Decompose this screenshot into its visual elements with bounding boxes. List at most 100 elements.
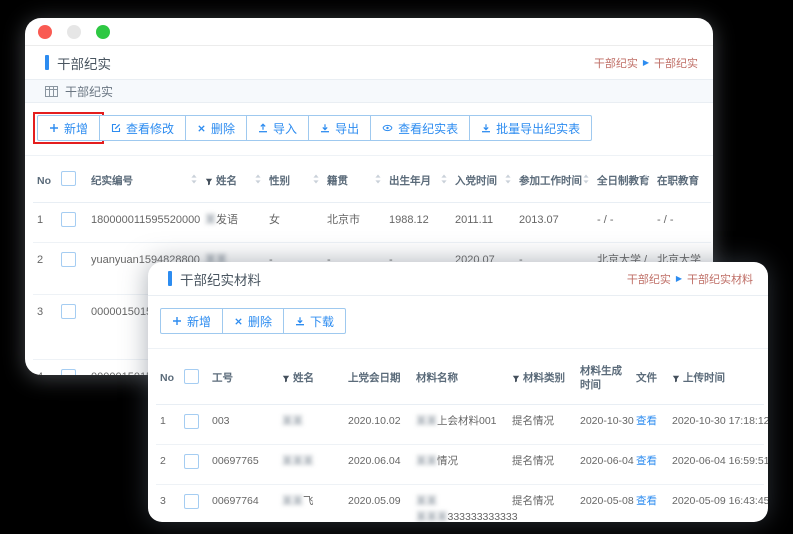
table-cell: 2 bbox=[33, 242, 57, 294]
row-checkbox[interactable] bbox=[61, 212, 76, 227]
plus-icon bbox=[49, 123, 59, 133]
sort-icon bbox=[312, 174, 320, 184]
column-header-name[interactable]: 姓名 bbox=[201, 156, 265, 203]
sort-icon bbox=[190, 174, 198, 184]
delete-button[interactable]: 删除 bbox=[185, 115, 247, 141]
table-cell bbox=[180, 405, 208, 445]
table-cell: 提名情况 bbox=[508, 445, 576, 485]
row-checkbox[interactable] bbox=[184, 454, 199, 469]
table-row[interactable]: 200697765某某某2020.06.04某某情况提名情况2020-06-04… bbox=[156, 445, 764, 485]
table-cell: 某某上会材料001 bbox=[412, 405, 508, 445]
x-icon bbox=[197, 124, 206, 133]
filter-icon bbox=[672, 375, 680, 383]
table-cell: 2013.07 bbox=[515, 203, 593, 243]
column-header-origin[interactable]: 籍贯 bbox=[323, 156, 385, 203]
table-cell: 某某 bbox=[278, 405, 344, 445]
redacted-text: 某某 bbox=[416, 415, 437, 427]
row-checkbox[interactable] bbox=[61, 252, 76, 267]
table-cell: 2020.06.04 bbox=[344, 445, 412, 485]
filter-icon bbox=[282, 375, 290, 383]
minimize-button[interactable] bbox=[67, 25, 81, 39]
download-icon bbox=[295, 316, 305, 326]
column-label: 上传时间 bbox=[683, 372, 725, 384]
column-label: 在职教育 bbox=[657, 175, 699, 187]
column-header-party[interactable]: 入党时间 bbox=[451, 156, 515, 203]
page-title: 干部纪实材料 bbox=[168, 269, 261, 289]
page-header: 干部纪实 干部纪实▶干部纪实 bbox=[25, 46, 713, 80]
column-label: 参加工作时间 bbox=[519, 175, 582, 187]
column-header-file: 文件 bbox=[632, 349, 668, 405]
breadcrumb-item[interactable]: 干部纪实 bbox=[594, 55, 638, 71]
sort-icon bbox=[642, 174, 650, 184]
materials-toolbar: 新增删除 下载 bbox=[148, 296, 768, 349]
batch-export-button[interactable]: 批量导出纪实表 bbox=[469, 115, 592, 141]
button-label: 删除 bbox=[211, 120, 235, 137]
page-title: 干部纪实 bbox=[45, 53, 111, 73]
sort-icon bbox=[582, 174, 590, 184]
table-cell: 00697764 bbox=[208, 484, 278, 522]
row-checkbox[interactable] bbox=[184, 494, 199, 509]
button-label: 下载 bbox=[310, 313, 334, 330]
table-cell: 查看 bbox=[632, 484, 668, 522]
column-label: 籍贯 bbox=[327, 175, 348, 187]
table-cell: 2 bbox=[156, 445, 180, 485]
select-all-checkbox[interactable] bbox=[184, 369, 199, 384]
redacted-text: 某某 bbox=[282, 415, 303, 427]
row-checkbox[interactable] bbox=[61, 304, 76, 319]
eye-icon bbox=[382, 123, 393, 133]
zoom-button[interactable] bbox=[96, 25, 110, 39]
table-cell bbox=[57, 294, 87, 359]
button-label: 新增 bbox=[187, 313, 211, 330]
column-header-mat: 材料名称 bbox=[412, 349, 508, 405]
column-label: 材料类别 bbox=[523, 372, 565, 384]
column-header-id[interactable]: 纪实编号 bbox=[87, 156, 201, 203]
view-file-link[interactable]: 查看 bbox=[636, 415, 657, 427]
view-file-link[interactable]: 查看 bbox=[636, 495, 657, 507]
column-header-gender[interactable]: 性别 bbox=[265, 156, 323, 203]
upload-icon bbox=[258, 123, 268, 133]
column-header-birth[interactable]: 出生年月 bbox=[385, 156, 451, 203]
table-cell: 3 bbox=[33, 294, 57, 359]
materials-table: No工号姓名上党会日期材料名称材料类别材料生成时间文件上传时间1003某某202… bbox=[148, 349, 768, 522]
add-button[interactable]: 新增 bbox=[37, 115, 100, 141]
import-button[interactable]: 导入 bbox=[246, 115, 309, 141]
column-label: 纪实编号 bbox=[91, 175, 133, 187]
select-all-checkbox[interactable] bbox=[61, 171, 76, 186]
table-cell: 2020-05-08 bbox=[576, 484, 632, 522]
view-edit-button[interactable]: 查看修改 bbox=[99, 115, 186, 141]
screen: 干部纪实 干部纪实▶干部纪实 干部纪实 新增查看修改删除导入导出查看纪实表批量导… bbox=[0, 0, 793, 534]
row-checkbox[interactable] bbox=[61, 369, 76, 375]
column-header-work[interactable]: 参加工作时间 bbox=[515, 156, 593, 203]
close-button[interactable] bbox=[38, 25, 52, 39]
delete-button[interactable]: 删除 bbox=[222, 308, 284, 334]
redacted-text: 某 bbox=[205, 214, 216, 226]
table-row[interactable]: 1180000011595520000某发语女北京市1988.122011.11… bbox=[33, 203, 711, 243]
column-header-edu_ft[interactable]: 全日制教育 bbox=[593, 156, 653, 203]
redacted-text: 某某 bbox=[416, 455, 437, 467]
row-checkbox[interactable] bbox=[184, 414, 199, 429]
column-label: No bbox=[37, 175, 51, 187]
download-button[interactable]: 下载 bbox=[283, 308, 346, 334]
table-cell: 查看 bbox=[632, 405, 668, 445]
filter-icon bbox=[205, 178, 213, 186]
table-cell: 003 bbox=[208, 405, 278, 445]
table-row[interactable]: 1003某某2020.10.02某某上会材料001提名情况2020-10-30查… bbox=[156, 405, 764, 445]
column-header-cb bbox=[180, 349, 208, 405]
column-header-cat: 材料类别 bbox=[508, 349, 576, 405]
table-cell: 2020.10.02 bbox=[344, 405, 412, 445]
view-record-table-button[interactable]: 查看纪实表 bbox=[370, 115, 470, 141]
column-header-no: No bbox=[156, 349, 180, 405]
view-file-link[interactable]: 查看 bbox=[636, 455, 657, 467]
table-row[interactable]: 300697764某某飞2020.05.09某某某某某333333333333提… bbox=[156, 484, 764, 522]
breadcrumb-item[interactable]: 干部纪实 bbox=[627, 271, 671, 287]
table-cell bbox=[57, 203, 87, 243]
export-button[interactable]: 导出 bbox=[308, 115, 371, 141]
table-cell bbox=[180, 484, 208, 522]
cadre-materials-panel: 干部纪实材料 干部纪实▶干部纪实材料 新增删除下载 No工号姓名上党会日期材料名… bbox=[148, 262, 768, 522]
records-toolbar: 新增查看修改 删除导入导出查看纪实表批量导出纪实表 bbox=[25, 103, 713, 156]
add-button[interactable]: 新增 bbox=[160, 308, 223, 334]
table-cell: 2020.05.09 bbox=[344, 484, 412, 522]
sort-icon bbox=[374, 174, 382, 184]
edit-icon bbox=[111, 123, 121, 133]
table-cell: 1988.12 bbox=[385, 203, 451, 243]
